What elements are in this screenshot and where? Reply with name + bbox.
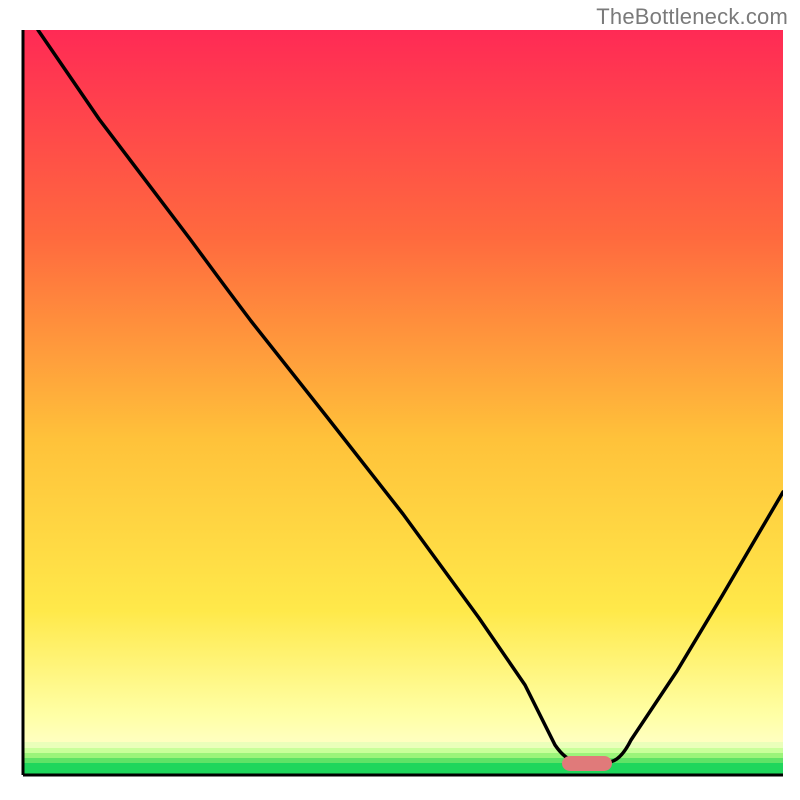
plot-area — [23, 30, 783, 775]
optimum-marker — [562, 756, 612, 771]
chart-container: { "watermark": "TheBottleneck.com", "cha… — [0, 0, 800, 800]
watermark-text: TheBottleneck.com — [596, 4, 788, 30]
chart-svg — [0, 0, 800, 800]
